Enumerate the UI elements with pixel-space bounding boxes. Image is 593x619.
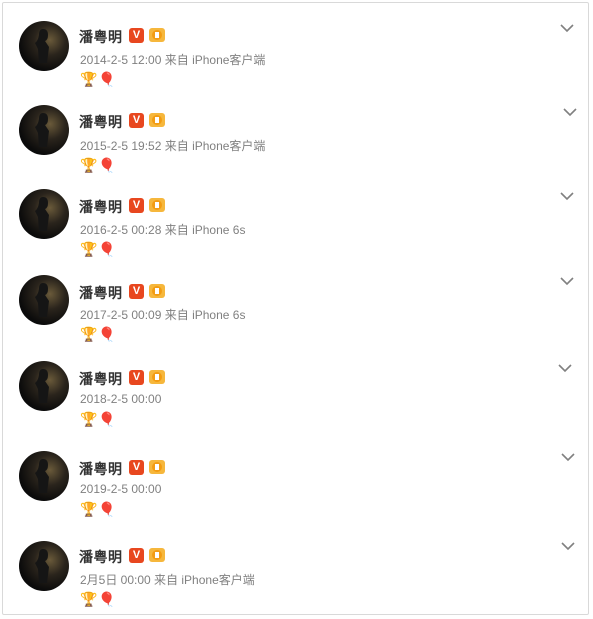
author-name[interactable]: 潘粤明 xyxy=(79,459,123,479)
verified-icon: V xyxy=(129,548,144,563)
chevron-down-icon[interactable] xyxy=(561,452,575,462)
author-name[interactable]: 潘粤明 xyxy=(79,112,123,132)
medal-icon[interactable] xyxy=(148,112,166,128)
author-name[interactable]: 潘粤明 xyxy=(79,27,123,47)
chevron-down-icon[interactable] xyxy=(560,191,574,201)
chevron-down-icon[interactable] xyxy=(560,23,574,33)
post-content: 🏆🎈 xyxy=(80,591,117,607)
avatar[interactable] xyxy=(19,105,69,155)
medal-icon[interactable] xyxy=(148,283,166,299)
post-item: 潘粤明 V 2014-2-5 12:00 来自 iPhone客户端 🏆🎈 xyxy=(3,13,588,99)
avatar[interactable] xyxy=(19,189,69,239)
post-item: 潘粤明 V 2月5日 00:00 来自 iPhone客户端 🏆🎈 xyxy=(3,531,588,617)
post-content: 🏆🎈 xyxy=(80,157,117,173)
post-item: 潘粤明 V 2016-2-5 00:28 来自 iPhone 6s 🏆🎈 xyxy=(3,183,588,269)
post-meta: 2018-2-5 00:00 xyxy=(80,392,162,406)
medal-icon[interactable] xyxy=(148,197,166,213)
author-name[interactable]: 潘粤明 xyxy=(79,369,123,389)
author-name[interactable]: 潘粤明 xyxy=(79,197,123,217)
medal-icon[interactable] xyxy=(148,369,166,385)
medal-icon[interactable] xyxy=(148,547,166,563)
verified-icon: V xyxy=(129,370,144,385)
chevron-down-icon[interactable] xyxy=(560,276,574,286)
post-content: 🏆🎈 xyxy=(80,411,117,427)
chevron-down-icon[interactable] xyxy=(563,107,577,117)
avatar[interactable] xyxy=(19,21,69,71)
post-meta: 2016-2-5 00:28 来自 iPhone 6s xyxy=(80,223,246,237)
avatar[interactable] xyxy=(19,361,69,411)
chevron-down-icon[interactable] xyxy=(558,363,572,373)
post-item: 潘粤明 V 2017-2-5 00:09 来自 iPhone 6s 🏆🎈 xyxy=(3,267,588,353)
post-content: 🏆🎈 xyxy=(80,501,117,517)
author-name[interactable]: 潘粤明 xyxy=(79,283,123,303)
post-meta: 2019-2-5 00:00 xyxy=(80,482,162,496)
post-meta: 2014-2-5 12:00 来自 iPhone客户端 xyxy=(80,53,266,67)
avatar[interactable] xyxy=(19,275,69,325)
weibo-post-list: 潘粤明 V 2014-2-5 12:00 来自 iPhone客户端 🏆🎈 潘粤明… xyxy=(2,2,589,615)
verified-icon: V xyxy=(129,113,144,128)
post-content: 🏆🎈 xyxy=(80,241,117,257)
post-item: 潘粤明 V 2015-2-5 19:52 来自 iPhone客户端 🏆🎈 xyxy=(3,97,588,183)
verified-icon: V xyxy=(129,284,144,299)
post-meta: 2017-2-5 00:09 来自 iPhone 6s xyxy=(80,308,246,322)
medal-icon[interactable] xyxy=(148,459,166,475)
post-content: 🏆🎈 xyxy=(80,326,117,342)
avatar[interactable] xyxy=(19,541,69,591)
post-item: 潘粤明 V 2018-2-5 00:00 🏆🎈 xyxy=(3,353,588,439)
chevron-down-icon[interactable] xyxy=(561,541,575,551)
post-item: 潘粤明 V 2019-2-5 00:00 🏆🎈 xyxy=(3,443,588,529)
author-name[interactable]: 潘粤明 xyxy=(79,547,123,567)
verified-icon: V xyxy=(129,28,144,43)
post-meta: 2015-2-5 19:52 来自 iPhone客户端 xyxy=(80,139,266,153)
medal-icon[interactable] xyxy=(148,27,166,43)
post-content: 🏆🎈 xyxy=(80,71,117,87)
verified-icon: V xyxy=(129,460,144,475)
verified-icon: V xyxy=(129,198,144,213)
avatar[interactable] xyxy=(19,451,69,501)
post-meta: 2月5日 00:00 来自 iPhone客户端 xyxy=(80,573,255,587)
